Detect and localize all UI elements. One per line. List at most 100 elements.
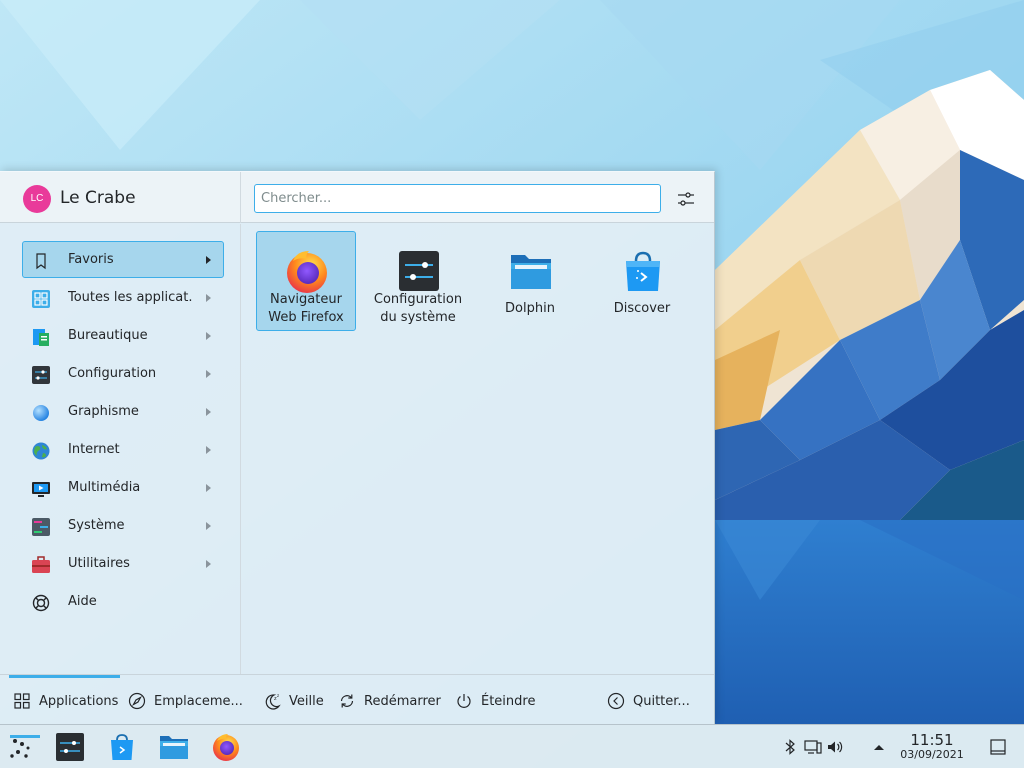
button-label: Redémarrer: [364, 693, 441, 709]
sidebar-item-label: Favoris: [68, 252, 114, 267]
shutdown-button[interactable]: Éteindre: [455, 687, 535, 715]
sleep-icon: zz: [265, 693, 281, 710]
chevron-right-icon: [206, 484, 211, 492]
kde-logo-icon: [10, 739, 30, 758]
sidebar-item-label: Aide: [68, 594, 97, 609]
globe-icon: [32, 442, 50, 460]
chevron-right-icon: [206, 522, 211, 530]
taskbar: [0, 724, 1024, 768]
sidebar-item-configuration[interactable]: Configuration: [22, 355, 224, 392]
content-divider: [240, 224, 241, 674]
volume-icon: [828, 741, 843, 753]
volume-tray[interactable]: [826, 738, 844, 756]
chevron-right-icon: [206, 294, 211, 302]
settings-icon: [32, 366, 50, 384]
sliders-icon: [678, 192, 694, 206]
taskbar-firefox[interactable]: [209, 731, 243, 763]
system-settings-icon: [56, 733, 84, 761]
sidebar-item-label: Multimédia: [68, 480, 141, 495]
bookmark-icon: [36, 253, 46, 270]
button-label: Veille: [289, 693, 324, 709]
button-label: Éteindre: [481, 693, 536, 709]
restart-icon: [340, 694, 354, 708]
app-dolphin[interactable]: Dolphin: [480, 231, 580, 331]
tab-label: Emplaceme...: [154, 693, 243, 709]
svg-text:z: z: [277, 693, 279, 698]
chevron-right-icon: [206, 560, 211, 568]
sidebar-item-toutes-les-applications[interactable]: Toutes les applicat...: [22, 279, 224, 316]
sidebar-item-multimedia[interactable]: Multimédia: [22, 469, 224, 506]
quit-button[interactable]: Quitter...: [607, 687, 690, 715]
sidebar-item-label: Bureautique: [68, 328, 148, 343]
taskbar-discover[interactable]: [105, 731, 139, 763]
graphics-icon: [33, 405, 49, 421]
launcher-header: LC Le Crabe: [0, 172, 714, 223]
sleep-button[interactable]: zz Veille: [263, 687, 324, 715]
chevron-right-icon: [206, 256, 211, 264]
app-label: Discover: [613, 301, 671, 316]
multimedia-icon: [32, 482, 50, 497]
sidebar-item-label: Graphisme: [68, 404, 139, 419]
search-input[interactable]: [254, 184, 661, 213]
restart-button[interactable]: Redémarrer: [338, 687, 441, 715]
launcher-footer: Applications Emplaceme... zz Veille Redé…: [0, 674, 714, 725]
grid-icon: [32, 290, 50, 308]
chevron-right-icon: [206, 446, 211, 454]
toolbox-icon: [32, 556, 50, 573]
chevron-right-icon: [206, 408, 211, 416]
sidebar-item-label: Internet: [68, 442, 120, 457]
sidebar-item-aide[interactable]: Aide: [22, 583, 224, 620]
user-name: Le Crabe: [60, 188, 136, 208]
taskbar-system-settings[interactable]: [53, 731, 87, 763]
app-firefox[interactable]: Navigateur Web Firefox: [256, 231, 356, 331]
lifebuoy-icon: [32, 594, 50, 612]
leave-icon: [607, 692, 625, 710]
sidebar-item-label: Toutes les applicat...: [68, 290, 193, 305]
sidebar-item-utilitaires[interactable]: Utilitaires: [22, 545, 224, 582]
button-label: Quitter...: [633, 693, 690, 709]
bluetooth-tray[interactable]: [781, 738, 799, 756]
clock-time[interactable]: 11:51: [900, 731, 964, 749]
firefox-icon: [213, 734, 239, 761]
clock-date[interactable]: 03/09/2021: [896, 748, 968, 761]
folder-icon: [511, 255, 551, 289]
app-discover[interactable]: Discover: [592, 231, 692, 331]
network-tray[interactable]: [804, 738, 822, 756]
sidebar-item-label: Utilitaires: [68, 556, 130, 571]
taskbar-dolphin[interactable]: [157, 731, 191, 763]
launcher-button[interactable]: [4, 731, 40, 763]
avatar[interactable]: LC: [23, 185, 51, 213]
sidebar-item-graphisme[interactable]: Graphisme: [22, 393, 224, 430]
tab-label: Applications: [39, 693, 119, 709]
configure-button[interactable]: [674, 187, 698, 211]
applications-grid-icon: [14, 693, 30, 709]
sidebar-item-label: Système: [68, 518, 125, 533]
application-launcher: LC Le Crabe Favoris Toutes les applicat.…: [0, 171, 715, 724]
system-settings-icon: [399, 251, 439, 291]
compass-icon: [128, 692, 146, 710]
store-icon: [626, 251, 660, 291]
app-label: Navigateur Web Firefox: [268, 292, 344, 325]
tab-places[interactable]: Emplaceme...: [128, 687, 243, 715]
sidebar-item-internet[interactable]: Internet: [22, 431, 224, 468]
active-tab-indicator: [9, 675, 120, 678]
tab-applications[interactable]: Applications: [13, 687, 118, 715]
sidebar-item-bureautique[interactable]: Bureautique: [22, 317, 224, 354]
sidebar-item-label: Configuration: [68, 366, 157, 381]
office-icon: [33, 329, 49, 346]
app-system-settings[interactable]: Configuration du système: [368, 231, 468, 331]
show-desktop-icon: [990, 739, 1006, 755]
chevron-right-icon: [206, 332, 211, 340]
category-sidebar: Favoris Toutes les applicat... Bureautiq…: [0, 224, 240, 674]
header-divider: [240, 172, 241, 223]
arrow-up-icon: [874, 745, 884, 750]
system-icon: [32, 518, 50, 536]
network-icon: [804, 740, 822, 754]
sidebar-item-systeme[interactable]: Système: [22, 507, 224, 544]
tray-expander[interactable]: [870, 738, 888, 756]
app-label: Configuration du système: [373, 292, 463, 325]
chevron-right-icon: [206, 370, 211, 378]
show-desktop-button[interactable]: [989, 738, 1007, 756]
folder-icon: [160, 736, 188, 759]
sidebar-item-favoris[interactable]: Favoris: [22, 241, 224, 278]
